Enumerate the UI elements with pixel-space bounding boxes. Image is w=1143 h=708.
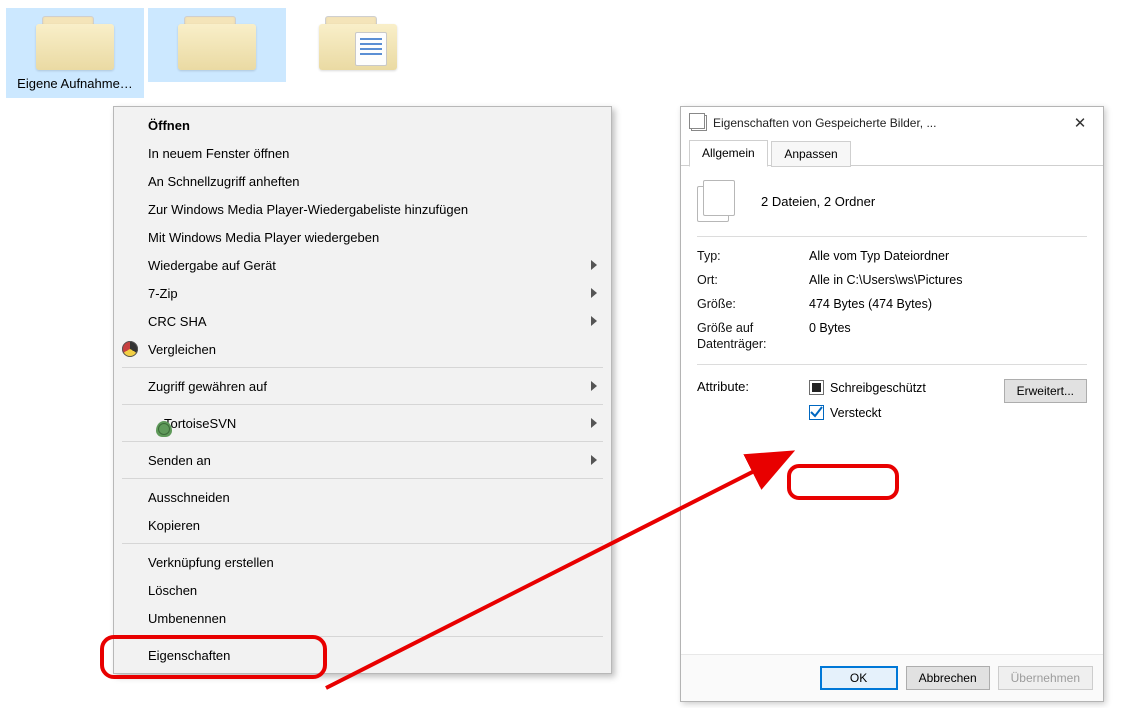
checkbox-readonly-label: Schreibgeschützt	[830, 381, 926, 395]
folder-label: Eigene Aufnahme…	[10, 76, 140, 92]
context-menu-item-label: Kopieren	[148, 518, 200, 533]
label-type: Typ:	[697, 249, 809, 263]
checkbox-readonly[interactable]: Schreibgeschützt	[809, 380, 1004, 395]
close-icon[interactable]: ✕	[1063, 112, 1097, 134]
label-size: Größe:	[697, 297, 809, 311]
context-menu-item[interactable]: Senden an	[114, 446, 611, 474]
context-menu-item[interactable]: Zugriff gewähren auf	[114, 372, 611, 400]
value-type: Alle vom Typ Dateiordner	[809, 249, 949, 263]
label-size-on-disk: Größe auf Datenträger:	[697, 321, 809, 352]
context-menu-item[interactable]: Zur Windows Media Player-Wiedergabeliste…	[114, 195, 611, 223]
context-menu-item-label: 7-Zip	[148, 286, 178, 301]
dialog-title: Eigenschaften von Gespeicherte Bilder, .…	[713, 116, 1063, 130]
context-menu-separator	[122, 441, 603, 442]
ok-button[interactable]: OK	[820, 666, 898, 690]
context-menu-item[interactable]: CRC SHA	[114, 307, 611, 335]
context-menu-item-label: Zugriff gewähren auf	[148, 379, 267, 394]
dialog-button-bar: OK Abbrechen Übernehmen	[681, 654, 1103, 701]
checkbox-box-icon	[809, 405, 824, 420]
context-menu-item-label: Öffnen	[148, 118, 190, 133]
context-menu-item-label: Vergleichen	[148, 342, 216, 357]
folder-icon	[36, 16, 114, 70]
context-menu-item-label: Löschen	[148, 583, 197, 598]
dialog-body: 2 Dateien, 2 Ordner Typ:Alle vom Typ Dat…	[681, 166, 1103, 654]
chevron-right-icon	[591, 381, 597, 391]
context-menu-separator	[122, 543, 603, 544]
apply-button[interactable]: Übernehmen	[998, 666, 1093, 690]
context-menu-item[interactable]: Kopieren	[114, 511, 611, 539]
summary-text: 2 Dateien, 2 Ordner	[761, 194, 875, 209]
tab-anpassen[interactable]: Anpassen	[771, 141, 850, 167]
multi-document-icon	[697, 180, 739, 222]
context-menu-item-label: An Schnellzugriff anheften	[148, 174, 300, 189]
context-menu-item-label: In neuem Fenster öffnen	[148, 146, 289, 161]
annotation-ring-hidden	[787, 464, 899, 500]
context-menu-item-label: Verknüpfung erstellen	[148, 555, 274, 570]
context-menu-item[interactable]: In neuem Fenster öffnen	[114, 139, 611, 167]
context-menu-item-label: CRC SHA	[148, 314, 207, 329]
context-menu-item[interactable]: Verknüpfung erstellen	[114, 548, 611, 576]
context-menu-separator	[122, 636, 603, 637]
checkbox-hidden[interactable]: Versteckt	[809, 405, 1004, 420]
context-menu-item[interactable]: TortoiseSVN	[114, 409, 611, 437]
cancel-button[interactable]: Abbrechen	[906, 666, 990, 690]
folder-icon	[178, 16, 256, 70]
context-menu-item[interactable]: An Schnellzugriff anheften	[114, 167, 611, 195]
compare-icon	[122, 341, 138, 357]
context-menu-item[interactable]: Öffnen	[114, 111, 611, 139]
context-menu: Öffnen In neuem Fenster öffnen An Schnellz…	[113, 106, 612, 674]
checkbox-box-icon	[809, 380, 824, 395]
context-menu-item[interactable]: 7-Zip	[114, 279, 611, 307]
context-menu-separator	[122, 478, 603, 479]
checkbox-hidden-label: Versteckt	[830, 406, 881, 420]
context-menu-item[interactable]: Ausschneiden	[114, 483, 611, 511]
context-menu-item[interactable]: Vergleichen	[114, 335, 611, 363]
context-menu-item[interactable]: Wiedergabe auf Gerät	[114, 251, 611, 279]
dialog-titlebar[interactable]: Eigenschaften von Gespeicherte Bilder, .…	[681, 107, 1103, 139]
context-menu-item-label: Ausschneiden	[148, 490, 230, 505]
chevron-right-icon	[591, 288, 597, 298]
explorer-area: Eigene Aufnahme…	[0, 0, 612, 106]
context-menu-item-label: Mit Windows Media Player wiedergeben	[148, 230, 379, 245]
chevron-right-icon	[591, 418, 597, 428]
multi-file-icon	[691, 115, 707, 131]
context-menu-separator	[122, 404, 603, 405]
chevron-right-icon	[591, 260, 597, 270]
context-menu-item-label: Eigenschaften	[148, 648, 230, 663]
chevron-right-icon	[591, 455, 597, 465]
folder-tile[interactable]	[148, 8, 286, 82]
dialog-tabs: Allgemein Anpassen	[681, 139, 1103, 166]
context-menu-item[interactable]: Mit Windows Media Player wiedergeben	[114, 223, 611, 251]
chevron-right-icon	[591, 316, 597, 326]
context-menu-item[interactable]: Löschen	[114, 576, 611, 604]
context-menu-separator	[122, 367, 603, 368]
context-menu-item-label: Zur Windows Media Player-Wiedergabeliste…	[148, 202, 468, 217]
value-size-on-disk: 0 Bytes	[809, 321, 851, 352]
folder-icon	[319, 16, 397, 70]
context-menu-item-label: TortoiseSVN	[164, 416, 236, 431]
context-menu-item[interactable]: Umbenennen	[114, 604, 611, 632]
context-menu-item-label: Umbenennen	[148, 611, 226, 626]
label-location: Ort:	[697, 273, 809, 287]
context-menu-item-label: Senden an	[148, 453, 211, 468]
context-menu-item-label: Wiedergabe auf Gerät	[148, 258, 276, 273]
properties-dialog: Eigenschaften von Gespeicherte Bilder, .…	[680, 106, 1104, 702]
folder-tile[interactable]	[289, 8, 427, 82]
advanced-button[interactable]: Erweitert...	[1004, 379, 1087, 403]
label-attributes: Attribute:	[697, 379, 809, 394]
context-menu-item[interactable]: Eigenschaften	[114, 641, 611, 669]
value-size: 474 Bytes (474 Bytes)	[809, 297, 932, 311]
tab-allgemein[interactable]: Allgemein	[689, 140, 768, 167]
tortoise-icon	[156, 421, 172, 437]
folder-tile[interactable]: Eigene Aufnahme…	[6, 8, 144, 98]
value-location: Alle in C:\Users\ws\Pictures	[809, 273, 963, 287]
